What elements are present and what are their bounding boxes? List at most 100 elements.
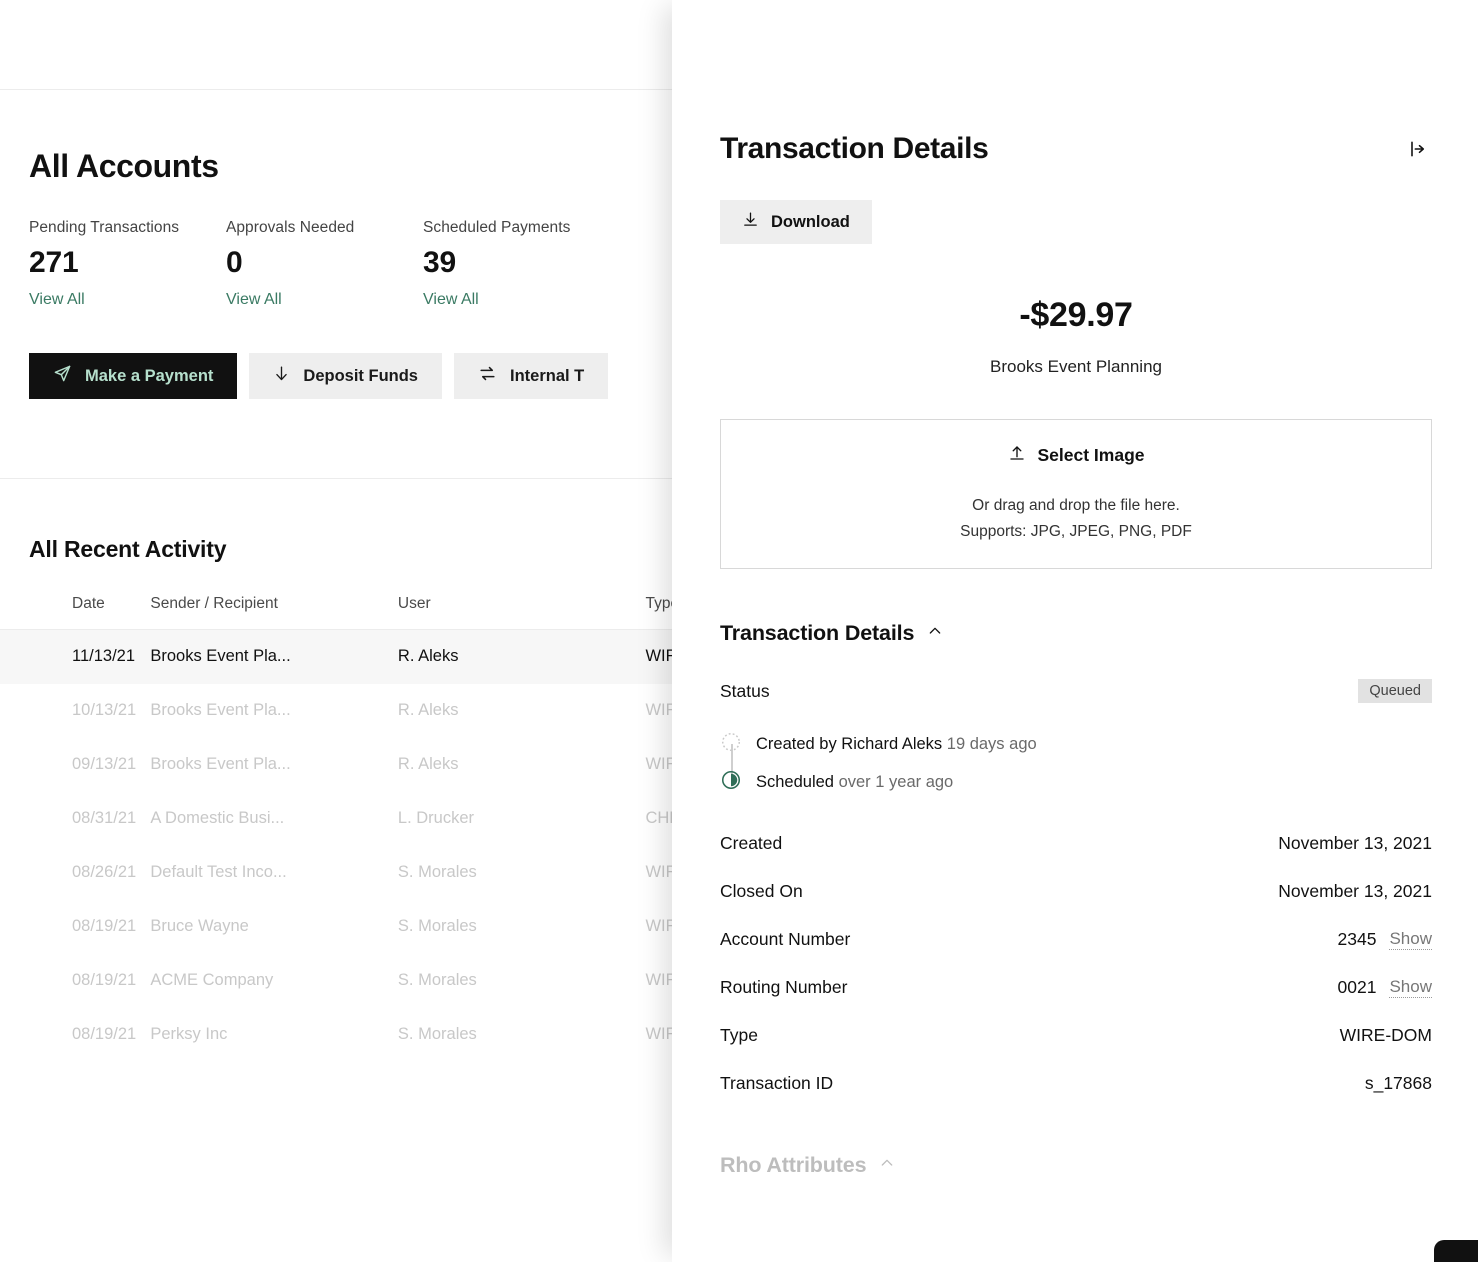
app-root: All Accounts Pending Transactions 271 Vi… <box>0 0 1478 1262</box>
detail-label: Closed On <box>720 880 803 901</box>
download-button[interactable]: Download <box>720 200 872 244</box>
stat-value: 0 <box>226 246 243 279</box>
cell-date: 11/13/21 <box>0 629 151 684</box>
upload-icon <box>1008 444 1026 467</box>
cell-date: 08/19/21 <box>72 971 137 989</box>
timeline-main: Created by Richard Aleks <box>756 734 947 753</box>
stat-pending-transactions: Pending Transactions 271 View All <box>29 219 226 309</box>
transaction-details-section-header[interactable]: Transaction Details <box>720 621 1432 646</box>
detail-value: s_17868 <box>1364 1072 1432 1093</box>
send-icon <box>53 364 72 388</box>
status-row: Status Queued <box>720 679 1432 703</box>
top-bar <box>0 0 690 90</box>
view-all-link-pending[interactable]: View All <box>29 291 226 309</box>
timeline-sub: over 1 year ago <box>838 772 954 791</box>
show-routing-number-link[interactable]: Show <box>1389 977 1432 998</box>
chevron-up-icon <box>879 1155 895 1176</box>
cell-party: ACME Company <box>150 971 274 989</box>
half-filled-circle-icon <box>720 769 742 796</box>
detail-row-closed-on: Closed On November 13, 2021 <box>720 867 1432 915</box>
detail-label: Created <box>720 832 783 853</box>
view-all-link-scheduled[interactable]: View All <box>423 291 620 309</box>
stat-value: 39 <box>423 246 456 279</box>
dropzone-hint: Or drag and drop the file here. Supports… <box>960 493 1192 543</box>
cell-date: 08/26/21 <box>72 863 137 881</box>
detail-label: Type <box>720 1024 758 1045</box>
section-heading: Rho Attributes <box>720 1153 867 1177</box>
cell-party: Perksy Inc <box>150 1025 228 1043</box>
dropzone-hint-line2: Supports: JPG, JPEG, PNG, PDF <box>960 522 1192 540</box>
cell-party: A Domestic Busi... <box>150 809 285 827</box>
accounts-summary-section: All Accounts Pending Transactions 271 Vi… <box>0 90 690 399</box>
cell-party: Brooks Event Pla... <box>150 755 291 773</box>
detail-label: Routing Number <box>720 976 848 997</box>
action-buttons-row: Make a Payment Deposit Funds Internal T <box>0 309 690 399</box>
detail-rows: Created November 13, 2021 Closed On Nove… <box>720 819 1432 1107</box>
internal-transfer-button[interactable]: Internal T <box>454 353 609 399</box>
cell-user: L. Drucker <box>397 809 475 827</box>
recent-activity-section: All Recent Activity Date Sender / Recipi… <box>0 479 900 1062</box>
cell-user: S. Morales <box>397 971 477 989</box>
collapse-panel-icon[interactable] <box>1402 134 1432 164</box>
deposit-funds-button[interactable]: Deposit Funds <box>249 353 442 399</box>
pending-circle-icon <box>720 731 742 758</box>
page-title: All Accounts <box>29 148 219 184</box>
routing-number-value: 0021 <box>1337 976 1377 997</box>
stats-row: Pending Transactions 271 View All Approv… <box>0 185 690 309</box>
detail-row-transaction-id: Transaction ID s_17868 <box>720 1059 1432 1107</box>
column-header-user[interactable]: User <box>398 595 646 630</box>
status-label: Status <box>720 680 770 701</box>
transaction-amount: -$29.97 <box>1019 296 1133 334</box>
cell-party: Brooks Event Pla... <box>150 629 398 684</box>
download-icon <box>742 211 759 233</box>
timeline-text: Created by Richard Aleks 19 days ago <box>756 735 1037 754</box>
cell-date: 09/13/21 <box>72 755 137 773</box>
detail-row-created: Created November 13, 2021 <box>720 819 1432 867</box>
cell-date: 08/19/21 <box>72 917 137 935</box>
timeline-item-created: Created by Richard Aleks 19 days ago <box>720 725 1432 763</box>
accounts-page: All Accounts Pending Transactions 271 Vi… <box>0 0 900 1262</box>
detail-label: Transaction ID <box>720 1072 834 1093</box>
timeline-item-scheduled: Scheduled over 1 year ago <box>720 763 1432 801</box>
detail-value: 0021 Show <box>1338 977 1432 998</box>
cell-user: R. Aleks <box>397 755 459 773</box>
arrow-down-icon <box>273 365 290 387</box>
stat-label: Approvals Needed <box>226 219 355 236</box>
column-header-sender-recipient[interactable]: Sender / Recipient <box>150 595 398 630</box>
status-badge: Queued <box>1358 679 1432 703</box>
detail-value: 2345 Show <box>1338 929 1432 950</box>
cell-date: 08/31/21 <box>72 809 137 827</box>
cell-date: 10/13/21 <box>72 701 137 719</box>
account-number-value: 2345 <box>1337 928 1377 949</box>
detail-row-type: Type WIRE-DOM <box>720 1011 1432 1059</box>
cell-party: Brooks Event Pla... <box>150 701 291 719</box>
detail-value: November 13, 2021 <box>1278 880 1432 901</box>
view-all-link-approvals[interactable]: View All <box>226 291 423 309</box>
rho-attributes-section-header[interactable]: Rho Attributes <box>720 1153 1432 1178</box>
detail-row-account-number: Account Number 2345 Show <box>720 915 1432 963</box>
make-a-payment-button[interactable]: Make a Payment <box>29 353 238 399</box>
stat-value: 271 <box>29 246 79 279</box>
download-label: Download <box>771 212 850 231</box>
cell-party: Default Test Inco... <box>150 863 287 881</box>
column-header-date[interactable]: Date <box>0 595 150 630</box>
image-dropzone[interactable]: Select Image Or drag and drop the file h… <box>720 419 1432 569</box>
button-label: Internal T <box>510 366 585 385</box>
chevron-up-icon <box>927 623 943 644</box>
detail-value: WIRE-DOM <box>1339 1024 1432 1045</box>
cell-user: R. Aleks <box>397 629 646 684</box>
button-label: Make a Payment <box>85 366 214 385</box>
stat-scheduled-payments: Scheduled Payments 39 View All <box>423 219 620 309</box>
transaction-payee: Brooks Event Planning <box>990 357 1162 376</box>
timeline-sub: 19 days ago <box>946 734 1037 753</box>
detail-value: November 13, 2021 <box>1278 832 1432 853</box>
select-image-row: Select Image <box>1008 444 1145 467</box>
transfer-icon <box>478 364 497 388</box>
select-image-label: Select Image <box>1037 445 1145 466</box>
cell-user: R. Aleks <box>397 701 459 719</box>
status-timeline: Created by Richard Aleks 19 days ago Sch… <box>720 725 1432 801</box>
show-account-number-link[interactable]: Show <box>1389 929 1432 950</box>
detail-row-routing-number: Routing Number 0021 Show <box>720 963 1432 1011</box>
timeline-main: Scheduled <box>756 772 839 791</box>
stat-approvals-needed: Approvals Needed 0 View All <box>226 219 423 309</box>
